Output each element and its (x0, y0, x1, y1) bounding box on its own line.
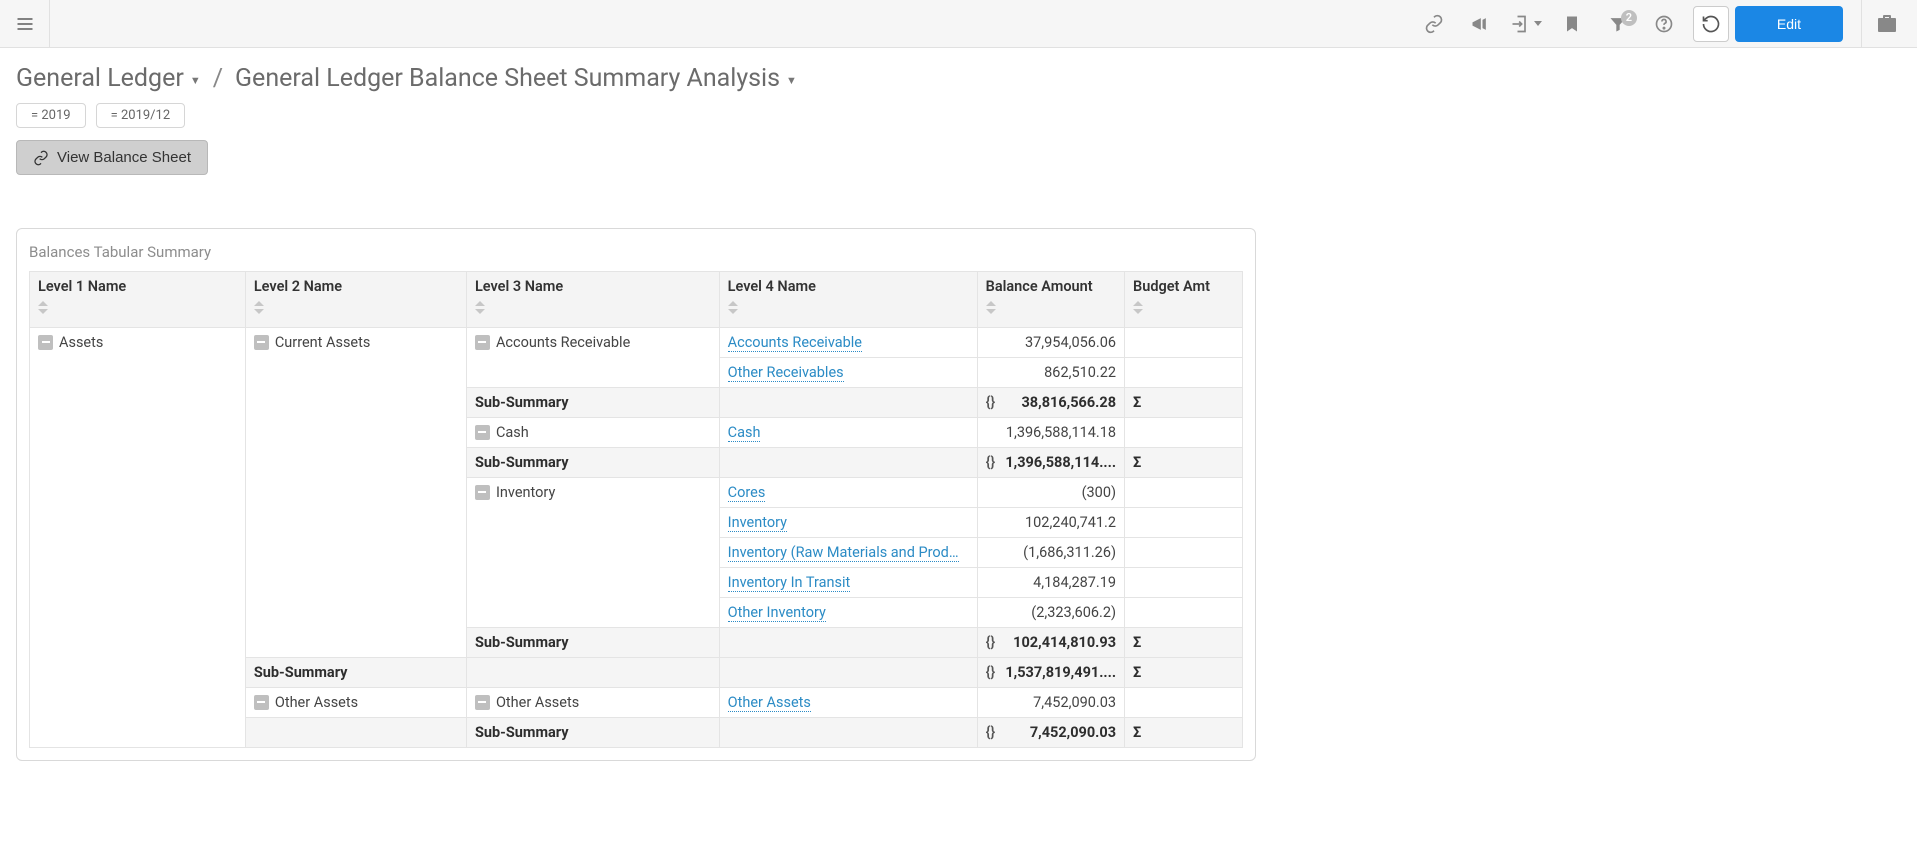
drill-link[interactable]: Inventory (Raw Materials and Prod… (728, 544, 959, 562)
breadcrumb-page[interactable]: General Ledger Balance Sheet Summary Ana… (235, 64, 797, 93)
col-level4[interactable]: Level 4 Name (719, 272, 977, 328)
filter-button[interactable]: 2 (1595, 4, 1641, 44)
drill-link[interactable]: Inventory (728, 514, 787, 532)
col-budget[interactable]: Budget Amt (1125, 272, 1243, 328)
briefcase-icon[interactable] (1861, 0, 1911, 48)
bookmark-icon[interactable] (1549, 4, 1595, 44)
announce-icon[interactable] (1457, 4, 1503, 44)
collapse-icon[interactable] (475, 335, 490, 350)
col-level3[interactable]: Level 3 Name (466, 272, 719, 328)
filter-year[interactable]: = 2019 (16, 103, 86, 128)
col-balance[interactable]: Balance Amount (977, 272, 1124, 328)
edit-button[interactable]: Edit (1735, 6, 1843, 42)
drill-link[interactable]: Cores (728, 484, 766, 502)
breadcrumb: General Ledger ▼ / General Ledger Balanc… (0, 48, 1917, 103)
hamburger-menu-button[interactable] (0, 0, 50, 47)
caret-down-icon: ▼ (190, 74, 201, 87)
help-icon[interactable] (1641, 4, 1687, 44)
drill-link[interactable]: Other Receivables (728, 364, 844, 382)
filter-bar: = 2019 = 2019/12 (0, 103, 1917, 140)
collapse-icon[interactable] (475, 425, 490, 440)
view-balance-sheet-label: View Balance Sheet (57, 149, 191, 166)
col-level2[interactable]: Level 2 Name (245, 272, 466, 328)
card-title: Balances Tabular Summary (29, 243, 1243, 261)
breadcrumb-root-label: General Ledger (16, 64, 184, 93)
drill-link[interactable]: Cash (728, 424, 761, 442)
breadcrumb-separator: / (213, 64, 223, 93)
collapse-icon[interactable] (38, 335, 53, 350)
collapse-icon[interactable] (254, 695, 269, 710)
drill-link[interactable]: Other Assets (728, 694, 811, 712)
export-dropdown-button[interactable] (1503, 4, 1549, 44)
table-row: Assets Current Assets Accounts Receivabl… (30, 328, 1243, 358)
filter-count-badge: 2 (1621, 10, 1637, 26)
collapse-icon[interactable] (475, 485, 490, 500)
breadcrumb-page-label: General Ledger Balance Sheet Summary Ana… (235, 64, 780, 93)
drill-link[interactable]: Accounts Receivable (728, 334, 862, 352)
collapse-icon[interactable] (475, 695, 490, 710)
link-icon[interactable] (1411, 4, 1457, 44)
caret-down-icon: ▼ (786, 74, 797, 87)
filter-period[interactable]: = 2019/12 (96, 103, 186, 128)
drill-link[interactable]: Inventory In Transit (728, 574, 851, 592)
refresh-button[interactable] (1693, 6, 1729, 42)
breadcrumb-root[interactable]: General Ledger ▼ (16, 64, 201, 93)
top-toolbar: 2 Edit (0, 0, 1917, 48)
col-level1[interactable]: Level 1 Name (30, 272, 246, 328)
drill-link[interactable]: Other Inventory (728, 604, 826, 622)
view-balance-sheet-button[interactable]: View Balance Sheet (16, 140, 208, 175)
collapse-icon[interactable] (254, 335, 269, 350)
balances-card: Balances Tabular Summary Level 1 Name Le… (16, 228, 1256, 761)
balances-table: Level 1 Name Level 2 Name Level 3 Name L… (29, 271, 1243, 748)
